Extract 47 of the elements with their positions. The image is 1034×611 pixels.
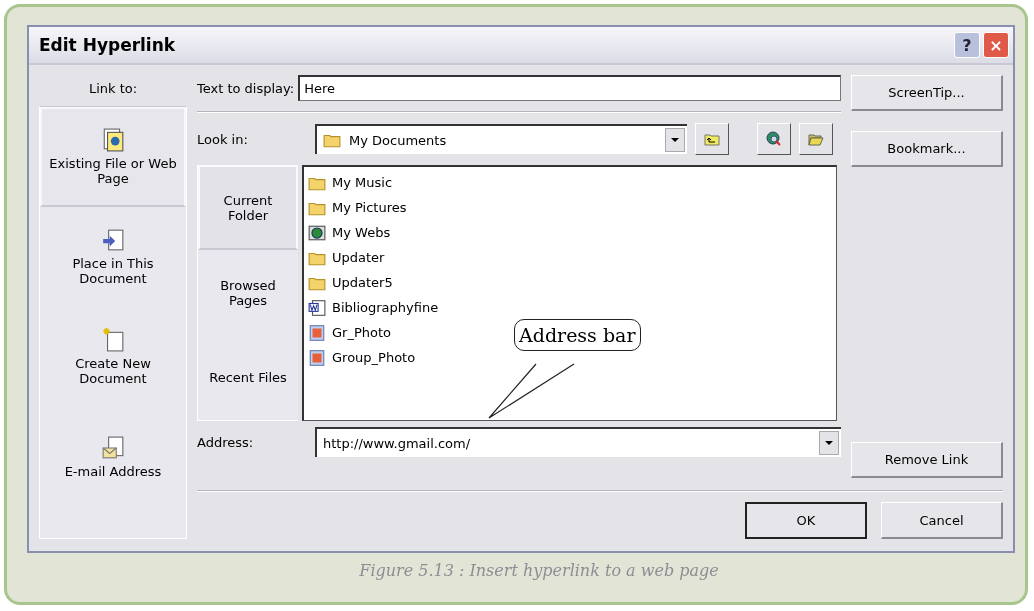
dialog-button[interactable]: OK [745,502,867,539]
up-folder-icon [704,132,720,146]
folder-icon [323,132,341,148]
file-name[interactable]: Group_Photo [332,350,416,365]
file-name[interactable]: Gr_Photo [332,325,391,340]
address-field[interactable]: http://www.gmail.com/ [315,427,841,457]
envelope-document-icon [102,435,124,460]
image-file-icon [308,324,326,341]
browse-web-button[interactable] [757,123,791,155]
word-document-icon [308,299,326,316]
look-in-label: Look in: [197,131,249,147]
link-to-item[interactable]: E-mail Address [40,407,186,507]
text-to-display-label: Text to display: [197,80,295,96]
globe-magnifier-icon [766,131,782,147]
file-name[interactable]: Updater5 [332,275,393,290]
close-button[interactable]: × [983,32,1009,58]
document-arrow-icon [102,228,124,252]
address-label: Address: [197,434,255,450]
link-to-item[interactable]: Existing File or Web Page [40,107,186,207]
up-folder-button[interactable] [695,123,729,155]
file-name[interactable]: Bibliographyfine [332,300,439,315]
remove-link-button[interactable]: Remove Link [851,442,1003,478]
screentip-button[interactable]: ScreenTip... [851,75,1003,111]
open-folder-icon [808,132,824,146]
nav-item[interactable]: Recent Files [198,335,298,420]
figure-caption: Figure 5.13 : Insert hyperlink to a web page [358,560,720,580]
link-to-item[interactable]: Place in This Document [40,207,186,307]
window-title: Edit Hyperlink [39,35,177,55]
globe-folder-icon [308,224,326,241]
file-name[interactable]: My Webs [332,225,391,240]
look-in-dropdown[interactable]: My Documents [315,124,687,154]
nav-item[interactable]: Current Folder [198,165,298,251]
bookmark-button[interactable]: Bookmark... [851,131,1003,167]
document-globe-icon [102,128,124,152]
dialog-button[interactable]: Cancel [881,502,1003,539]
link-to-item[interactable]: Create New Document [40,307,186,407]
image-file-icon [308,349,326,366]
file-name[interactable]: Updater [332,250,385,265]
file-name[interactable]: My Music [332,175,393,190]
callout-text: Address bar [519,324,636,346]
file-name[interactable]: My Pictures [332,200,407,215]
text-to-display-field[interactable]: Here [298,75,841,101]
browse-file-button[interactable] [799,123,833,155]
link-to-label: Link to: [87,80,139,98]
new-document-icon [102,328,124,352]
nav-item[interactable]: Browsed Pages [198,250,298,335]
help-button[interactable]: ? [954,32,980,58]
